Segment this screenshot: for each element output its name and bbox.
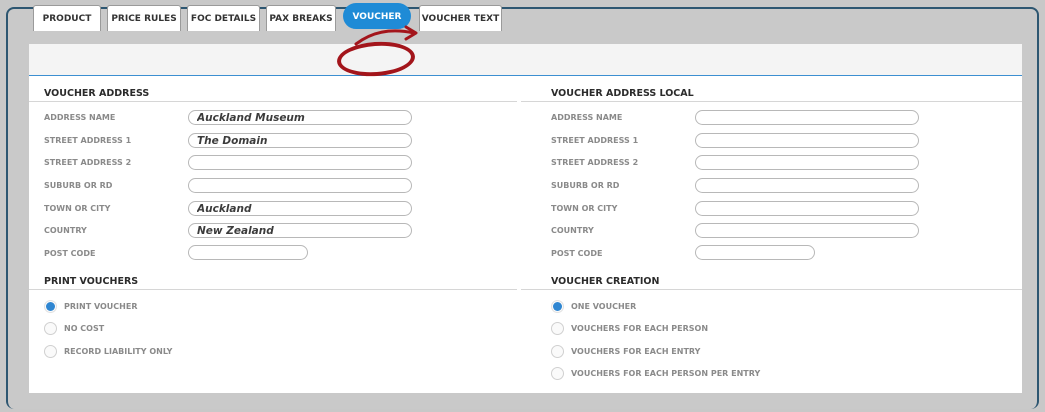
tab-product[interactable]: PRODUCT [33, 5, 101, 31]
radio-unselected-icon [44, 345, 57, 358]
radio-unselected-icon [551, 322, 564, 335]
tab-pax-breaks[interactable]: PAX BREAKS [266, 5, 336, 31]
label-town-or-city: TOWN OR CITY [44, 204, 111, 213]
section-title-voucher-address: VOUCHER ADDRESS [44, 88, 150, 99]
label-suburb-or-rd: SUBURB OR RD [44, 181, 113, 190]
label-local-address-name: ADDRESS NAME [551, 113, 623, 122]
divider [29, 289, 517, 290]
radio-unselected-icon [551, 367, 564, 380]
country-input[interactable] [188, 223, 412, 238]
local-country-input[interactable] [695, 223, 919, 238]
street-address-2-input[interactable] [188, 155, 412, 170]
label-local-post-code: POST CODE [551, 249, 603, 258]
town-or-city-input[interactable] [188, 201, 412, 216]
radio-unselected-icon [551, 345, 564, 358]
tab-voucher-text[interactable]: VOUCHER TEXT [419, 5, 502, 31]
label-post-code: POST CODE [44, 249, 96, 258]
radio-record-liability-only[interactable]: RECORD LIABILITY ONLY [44, 345, 172, 358]
radio-no-cost[interactable]: NO COST [44, 322, 104, 335]
label-local-town-or-city: TOWN OR CITY [551, 204, 618, 213]
label-local-street-address-2: STREET ADDRESS 2 [551, 158, 639, 167]
street-address-1-input[interactable] [188, 133, 412, 148]
radio-label: ONE VOUCHER [571, 302, 637, 311]
radio-vouchers-each-entry[interactable]: VOUCHERS FOR EACH ENTRY [551, 345, 700, 358]
local-address-name-input[interactable] [695, 110, 919, 125]
tab-bar [29, 44, 1022, 76]
radio-label: NO COST [64, 324, 105, 333]
local-suburb-or-rd-input[interactable] [695, 178, 919, 193]
radio-print-voucher[interactable]: PRINT VOUCHER [44, 300, 137, 313]
label-address-name: ADDRESS NAME [44, 113, 116, 122]
local-street-address-2-input[interactable] [695, 155, 919, 170]
label-local-street-address-1: STREET ADDRESS 1 [551, 136, 639, 145]
local-town-or-city-input[interactable] [695, 201, 919, 216]
divider [521, 101, 1022, 102]
radio-label: VOUCHERS FOR EACH ENTRY [571, 347, 701, 356]
section-title-voucher-address-local: VOUCHER ADDRESS LOCAL [551, 88, 694, 99]
label-street-address-2: STREET ADDRESS 2 [44, 158, 132, 167]
radio-unselected-icon [44, 322, 57, 335]
radio-label: PRINT VOUCHER [64, 302, 138, 311]
section-title-print-vouchers: PRINT VOUCHERS [44, 276, 139, 287]
label-street-address-1: STREET ADDRESS 1 [44, 136, 132, 145]
content-panel [29, 44, 1022, 393]
radio-selected-icon [44, 300, 57, 313]
post-code-input[interactable] [188, 245, 308, 260]
radio-label: RECORD LIABILITY ONLY [64, 347, 173, 356]
radio-vouchers-each-person-per-entry[interactable]: VOUCHERS FOR EACH PERSON PER ENTRY [551, 367, 760, 380]
local-street-address-1-input[interactable] [695, 133, 919, 148]
tab-foc-details[interactable]: FOC DETAILS [187, 5, 260, 31]
divider [29, 101, 517, 102]
label-local-country: COUNTRY [551, 226, 594, 235]
radio-one-voucher[interactable]: ONE VOUCHER [551, 300, 636, 313]
radio-selected-icon [551, 300, 564, 313]
divider [521, 289, 1022, 290]
label-local-suburb-or-rd: SUBURB OR RD [551, 181, 620, 190]
radio-label: VOUCHERS FOR EACH PERSON PER ENTRY [571, 369, 761, 378]
label-country: COUNTRY [44, 226, 87, 235]
suburb-or-rd-input[interactable] [188, 178, 412, 193]
tab-price-rules[interactable]: PRICE RULES [107, 5, 181, 31]
tab-voucher[interactable]: VOUCHER [343, 3, 411, 29]
radio-vouchers-each-person[interactable]: VOUCHERS FOR EACH PERSON [551, 322, 708, 335]
address-name-input[interactable] [188, 110, 412, 125]
radio-label: VOUCHERS FOR EACH PERSON [571, 324, 709, 333]
local-post-code-input[interactable] [695, 245, 815, 260]
section-title-voucher-creation: VOUCHER CREATION [551, 276, 660, 287]
